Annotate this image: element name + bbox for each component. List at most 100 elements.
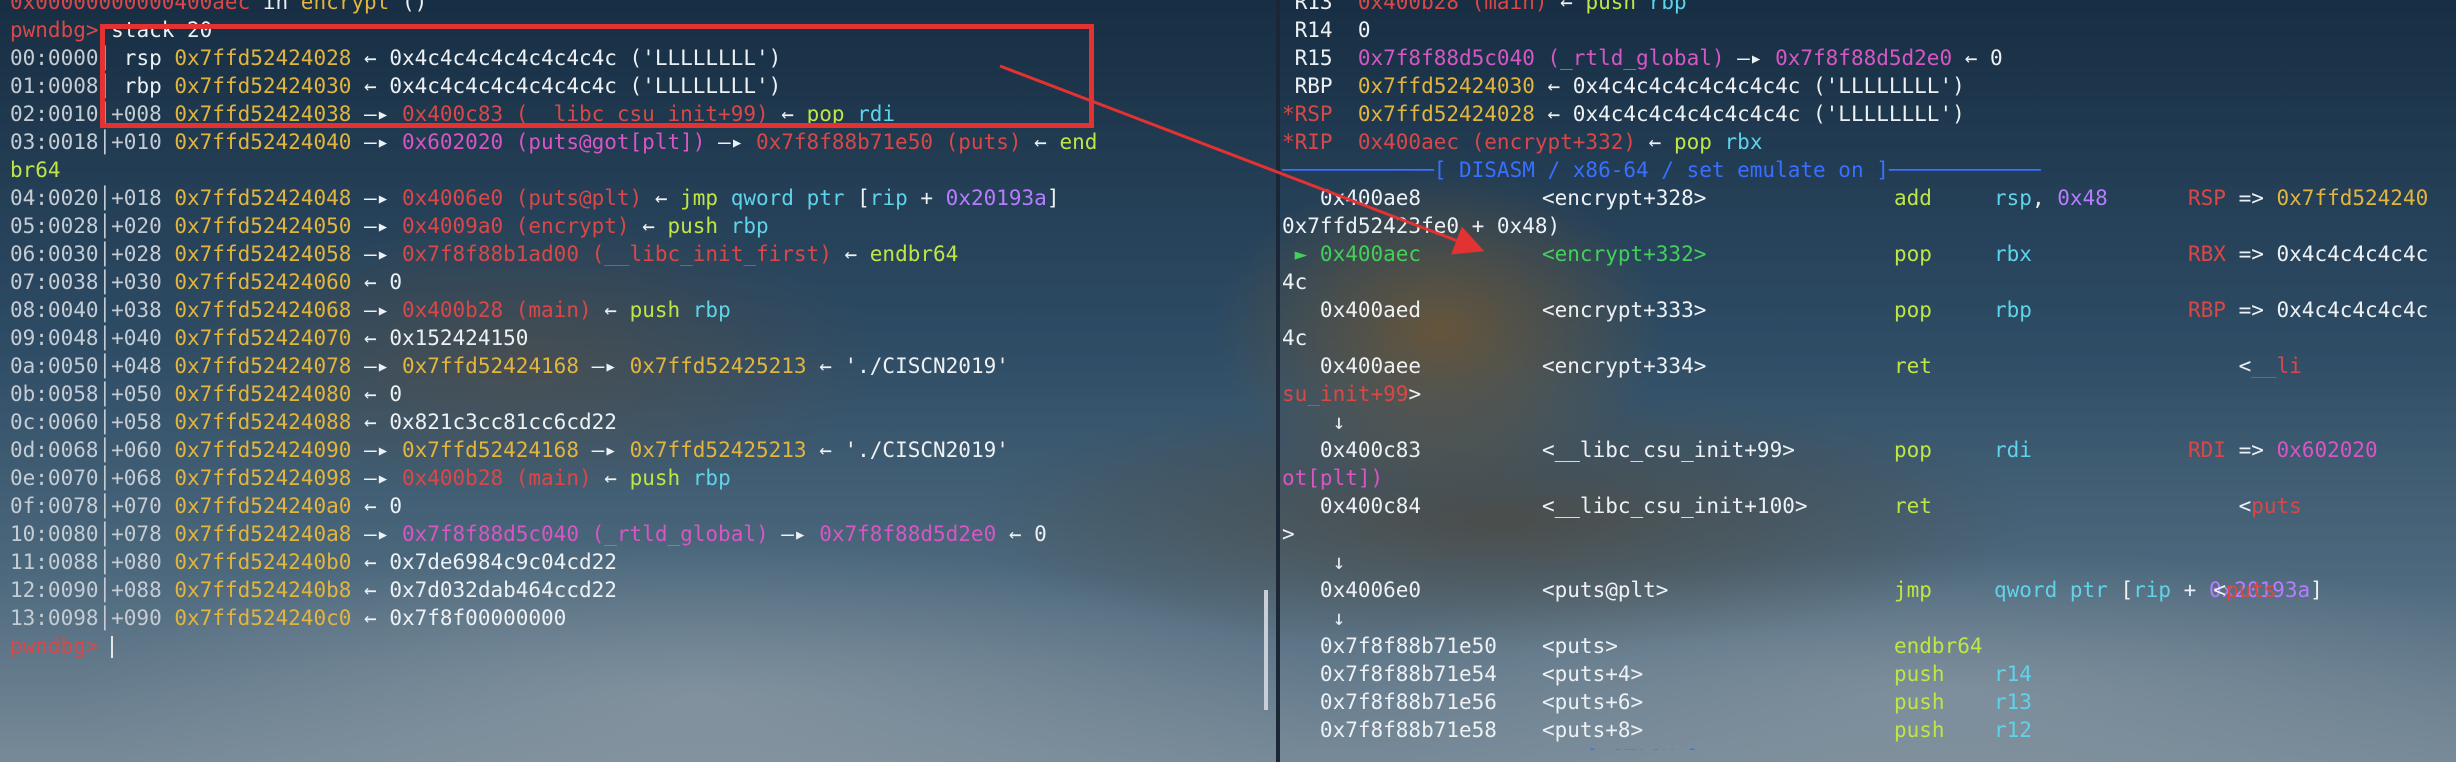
disasm-line: 4c <box>1282 268 2456 296</box>
stack-line: 05:0028│+020 0x7ffd52424050 —▸ 0x4009a0 … <box>0 212 1270 240</box>
stack-text: —▸ <box>351 298 402 322</box>
stack-text: ← 0 <box>351 494 402 518</box>
stack-text: push <box>629 298 681 322</box>
disasm-line: 0x400c84 <__libc_csu_init+100> ret <puts <box>1282 492 2456 520</box>
stack-text: 06:0030│+028 <box>10 242 175 266</box>
stack-text: end <box>1059 130 1098 154</box>
instruction-comment: <puts <box>2188 492 2302 520</box>
stack-text: 0x00000000000400aec <box>10 0 251 14</box>
stack-text: —▸ <box>351 354 402 378</box>
stack-text: 07:0038│+030 <box>10 270 175 294</box>
instruction-mnemonic: pop <box>1894 438 1932 462</box>
register-text: 0x400aec (encrypt+332) <box>1357 130 1637 154</box>
stack-text: 0x7f8f88b1ad00 (__libc_init_first) <box>401 242 832 266</box>
operand-text: [ <box>2120 578 2134 602</box>
text-cursor <box>111 636 114 658</box>
stack-text: 0x7ffd52425213 <box>629 438 807 462</box>
instruction-mnemonic: ret <box>1894 354 1932 378</box>
instruction-operands: rbx <box>1994 240 2032 268</box>
stack-text: —▸ <box>351 466 402 490</box>
instruction-mnemonic: jmp <box>1894 578 1932 602</box>
disasm-header: ────────────[ DISASM / x86-64 / set emul… <box>1282 158 2041 182</box>
stack-text: ] <box>1046 186 1060 210</box>
stack-text: 13:0098│+090 <box>10 606 175 630</box>
stack-text: rdi <box>844 102 896 126</box>
stack-line: 04:0020│+018 0x7ffd52424048 —▸ 0x4006e0 … <box>0 184 1270 212</box>
stack-text: 0x7ffd52424040 <box>174 130 352 154</box>
disasm-line: 0x7f8f88b71e56 <puts+6> push r13 <box>1282 688 2456 716</box>
stack-pane[interactable]: 0x00000000000400aec in encrypt () pwndbg>… <box>0 0 1270 750</box>
comment-text: RSP <box>2188 186 2226 210</box>
stack-text: —▸ <box>351 242 402 266</box>
disasm-line: ► 0x400aec <encrypt+332> pop rbx RBX => 0x4c… <box>1282 240 2456 268</box>
operand-text: 0x48 <box>2057 186 2108 210</box>
register-text: pop <box>1673 130 1712 154</box>
register-text: R13 <box>1282 0 1358 14</box>
register-text: *RIP <box>1282 130 1358 154</box>
stack-text: 0x400b28 (main) <box>401 466 592 490</box>
stack-text: 0x4009a0 (encrypt) <box>401 214 630 238</box>
stack-text: 02:0010│+008 <box>10 102 175 126</box>
instruction-mnemonic: push <box>1894 662 1945 686</box>
stack-header: ────────────────────────[ STACK ]───────… <box>1282 744 2456 750</box>
stack-text: 0x7ffd52424168 <box>401 354 579 378</box>
stack-line: 03:0018│+010 0x7ffd52424040 —▸ 0x602020 … <box>0 128 1270 156</box>
stack-text: 0x7ffd52424060 <box>174 270 352 294</box>
stack-line: 11:0088│+080 0x7ffd524240b0 ← 0x7de6984c… <box>0 548 1270 576</box>
operand-text: r13 <box>1994 690 2032 714</box>
stack-text: ← './CISCN2019' <box>806 438 1009 462</box>
stack-text: 0x7ffd524240a8 <box>174 522 352 546</box>
register-text: *RSP <box>1282 102 1358 126</box>
stack-text: ← <box>642 186 681 210</box>
stack-text: 0x7ffd52424080 <box>174 382 352 406</box>
stack-text: rip <box>869 186 908 210</box>
stack-line: 0a:0050│+048 0x7ffd52424078 —▸ 0x7ffd524… <box>0 352 1270 380</box>
stack-text: ← 0 <box>996 522 1047 546</box>
comment-text: RBX <box>2188 242 2226 266</box>
register-text: ← <box>1547 0 1586 14</box>
stack-line: 02:0010│+008 0x7ffd52424038 —▸ 0x400c83 … <box>0 100 1270 128</box>
register-line: R13 0x400b28 (main) ← push rbp <box>1282 0 2456 16</box>
stack-text: 0x7ffd524240b8 <box>174 578 352 602</box>
comment-text: puts <box>2251 494 2302 518</box>
context-pane[interactable]: R13 0x400b28 (main) ← push rbp R14 0 R15… <box>1282 0 2456 750</box>
stack-text: ← './CISCN2019' <box>806 354 1009 378</box>
register-line: *RIP 0x400aec (encrypt+332) ← pop rbx <box>1282 128 2456 156</box>
stack-text: br64 <box>10 158 61 182</box>
instruction-address: 0x7f8f88b71e50 <box>1282 634 1497 658</box>
disasm-wrap-text: 4c <box>1282 270 1308 294</box>
stack-text: 04:0020│+018 <box>10 186 175 210</box>
disasm-line: ↓ <box>1282 548 2456 576</box>
instruction-mnemonic: pop <box>1894 298 1932 322</box>
instruction-symbol: <puts> <box>1542 634 1618 658</box>
stack-text: 0x7ffd52424058 <box>174 242 352 266</box>
instruction-comment: RBP => 0x4c4c4c4c4c <box>2188 296 2428 324</box>
stack-text: stack 20 <box>98 18 213 42</box>
register-text: 0x7f8f88d5d2e0 <box>1775 46 1953 70</box>
register-line: *RSP 0x7ffd52424028 ← 0x4c4c4c4c4c4c4c4c… <box>1282 100 2456 128</box>
stack-line: 00:0000│ rsp 0x7ffd52424028 ← 0x4c4c4c4c… <box>0 44 1270 72</box>
scrollbar-thumb[interactable] <box>1264 590 1268 710</box>
pane-divider[interactable] <box>1276 0 1280 762</box>
disasm-line: su_init+99> <box>1282 380 2456 408</box>
stack-text: —▸ <box>351 438 402 462</box>
disasm-line: 0x400aee <encrypt+334> ret <__li <box>1282 352 2456 380</box>
comment-text: < <box>2188 354 2252 378</box>
stack-text: jmp <box>680 186 719 210</box>
operand-text: rip <box>2133 578 2172 602</box>
instruction-address: 0x4006e0 <box>1282 578 1422 602</box>
command-prompt[interactable]: pwndbg> <box>0 632 1270 660</box>
stack-text: rbp <box>123 74 175 98</box>
register-text: rbp <box>1636 0 1687 14</box>
instruction-mnemonic: pop <box>1894 242 1932 266</box>
stack-text: rbp <box>680 298 731 322</box>
stack-text: ← 0 <box>351 270 402 294</box>
stack-text: 0x7ffd52425213 <box>629 354 807 378</box>
stack-line: 0b:0058│+050 0x7ffd52424080 ← 0 <box>0 380 1270 408</box>
stack-text: 03:0018│+010 <box>10 130 175 154</box>
stack-line: 07:0038│+030 0x7ffd52424060 ← 0 <box>0 268 1270 296</box>
comment-text: RDI <box>2188 438 2226 462</box>
comment-text: => <box>2225 438 2277 462</box>
stack-text: 0x7ffd52424090 <box>174 438 352 462</box>
instruction-symbol: <puts+4> <box>1542 662 1644 686</box>
